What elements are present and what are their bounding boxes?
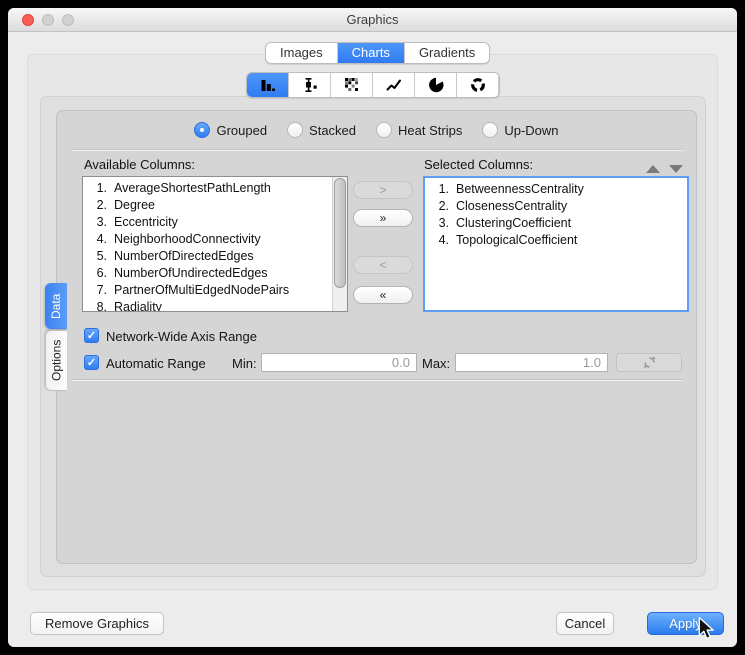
radio-stacked[interactable]: Stacked [287, 120, 356, 140]
radio-up-down[interactable]: Up-Down [482, 120, 558, 140]
window-title: Graphics [8, 8, 737, 32]
automatic-range-label: Automatic Range [106, 356, 206, 371]
separator [72, 379, 682, 381]
list-item-number: 3. [90, 215, 107, 229]
scrollbar[interactable] [332, 177, 347, 311]
remove-graphics-button[interactable]: Remove Graphics [30, 612, 164, 635]
box-plot-icon[interactable] [289, 73, 331, 97]
network-wide-label: Network-Wide Axis Range [106, 329, 257, 344]
graphics-dialog: Graphics Images Charts Gradients [8, 8, 737, 647]
move-down-icon[interactable] [669, 165, 683, 173]
list-item-number: 8. [90, 300, 107, 313]
chart-subtype-radios: Grouped Stacked Heat Strips Up-Down [56, 120, 697, 140]
zoom-button[interactable] [62, 14, 74, 26]
move-up-icon[interactable] [646, 165, 660, 173]
list-item-name: Radiality [114, 300, 162, 313]
selected-columns-list[interactable]: 1. BetweennessCentrality 2. ClosenessCen… [423, 176, 689, 312]
radio-dot [287, 122, 303, 138]
list-item[interactable]: 1. AverageShortestPathLength [90, 179, 347, 196]
scrollbar-thumb[interactable] [334, 178, 346, 288]
list-item-number: 3. [432, 216, 449, 230]
list-item-name: PartnerOfMultiEdgedNodePairs [114, 283, 289, 297]
list-item-name: Eccentricity [114, 215, 178, 229]
list-item-number: 2. [90, 198, 107, 212]
list-item[interactable]: 6. NumberOfUndirectedEdges [90, 264, 347, 281]
list-item-number: 4. [90, 232, 107, 246]
radio-grouped[interactable]: Grouped [194, 120, 267, 140]
list-item[interactable]: 3. Eccentricity [90, 213, 347, 230]
cancel-button[interactable]: Cancel [556, 612, 614, 635]
max-label: Max: [422, 356, 450, 371]
radio-dot [482, 122, 498, 138]
min-label: Min: [232, 356, 257, 371]
line-chart-icon[interactable] [373, 73, 415, 97]
list-item-name: NeighborhoodConnectivity [114, 232, 261, 246]
list-item-name: Degree [114, 198, 155, 212]
selected-columns-label: Selected Columns: [424, 157, 533, 172]
tab-images[interactable]: Images [266, 43, 338, 63]
list-item[interactable]: 5. NumberOfDirectedEdges [90, 247, 347, 264]
available-columns-label: Available Columns: [84, 157, 195, 172]
radio-label: Stacked [309, 123, 356, 138]
close-button[interactable] [22, 14, 34, 26]
list-item-number: 1. [432, 182, 449, 196]
heat-map-icon[interactable] [331, 73, 373, 97]
radio-label: Grouped [216, 123, 267, 138]
list-item[interactable]: 1. BetweennessCentrality [432, 180, 687, 197]
tab-charts[interactable]: Charts [338, 43, 405, 63]
list-item[interactable]: 7. PartnerOfMultiEdgedNodePairs [90, 281, 347, 298]
add-button[interactable]: > [353, 181, 413, 199]
refresh-range-button[interactable] [616, 353, 682, 372]
graphics-type-tabs: Images Charts Gradients [265, 42, 490, 64]
min-input[interactable]: 0.0 [261, 353, 417, 372]
list-item-number: 4. [432, 233, 449, 247]
remove-all-button[interactable]: « [353, 286, 413, 304]
remove-button[interactable]: < [353, 256, 413, 274]
list-item-number: 7. [90, 283, 107, 297]
network-wide-checkbox[interactable]: ✓ [84, 328, 99, 343]
ring-chart-icon[interactable] [457, 73, 499, 97]
side-tab-options[interactable]: Options [45, 330, 67, 391]
mouse-cursor [698, 617, 715, 641]
list-item-name: NumberOfUndirectedEdges [114, 266, 268, 280]
list-item-number: 5. [90, 249, 107, 263]
list-item-number: 1. [90, 181, 107, 195]
refresh-icon [643, 356, 656, 369]
automatic-range-checkbox[interactable]: ✓ [84, 355, 99, 370]
radio-dot [194, 122, 210, 138]
pie-chart-icon[interactable] [415, 73, 457, 97]
radio-dot [376, 122, 392, 138]
bar-chart-icon[interactable] [247, 73, 289, 97]
chart-type-selector [246, 72, 500, 98]
separator [72, 149, 682, 151]
list-item-number: 6. [90, 266, 107, 280]
list-item-number: 2. [432, 199, 449, 213]
radio-heat-strips[interactable]: Heat Strips [376, 120, 462, 140]
list-item[interactable]: 3. ClusteringCoefficient [432, 214, 687, 231]
max-input[interactable]: 1.0 [455, 353, 608, 372]
add-all-button[interactable]: » [353, 209, 413, 227]
side-tab-data[interactable]: Data [45, 283, 67, 329]
list-item[interactable]: 2. ClosenessCentrality [432, 197, 687, 214]
list-item-name: NumberOfDirectedEdges [114, 249, 254, 263]
radio-label: Heat Strips [398, 123, 462, 138]
list-item-name: TopologicalCoefficient [456, 233, 577, 247]
title-bar[interactable]: Graphics [8, 8, 737, 32]
list-item[interactable]: 4. NeighborhoodConnectivity [90, 230, 347, 247]
tab-gradients[interactable]: Gradients [405, 43, 489, 63]
list-item[interactable]: 8. Radiality [90, 298, 347, 312]
available-columns-list[interactable]: 1. AverageShortestPathLength 2. Degree 3… [82, 176, 348, 312]
list-item-name: ClusteringCoefficient [456, 216, 571, 230]
list-item[interactable]: 4. TopologicalCoefficient [432, 231, 687, 248]
list-item-name: ClosenessCentrality [456, 199, 567, 213]
minimize-button[interactable] [42, 14, 54, 26]
radio-label: Up-Down [504, 123, 558, 138]
list-item-name: AverageShortestPathLength [114, 181, 271, 195]
list-item[interactable]: 2. Degree [90, 196, 347, 213]
list-item-name: BetweennessCentrality [456, 182, 584, 196]
